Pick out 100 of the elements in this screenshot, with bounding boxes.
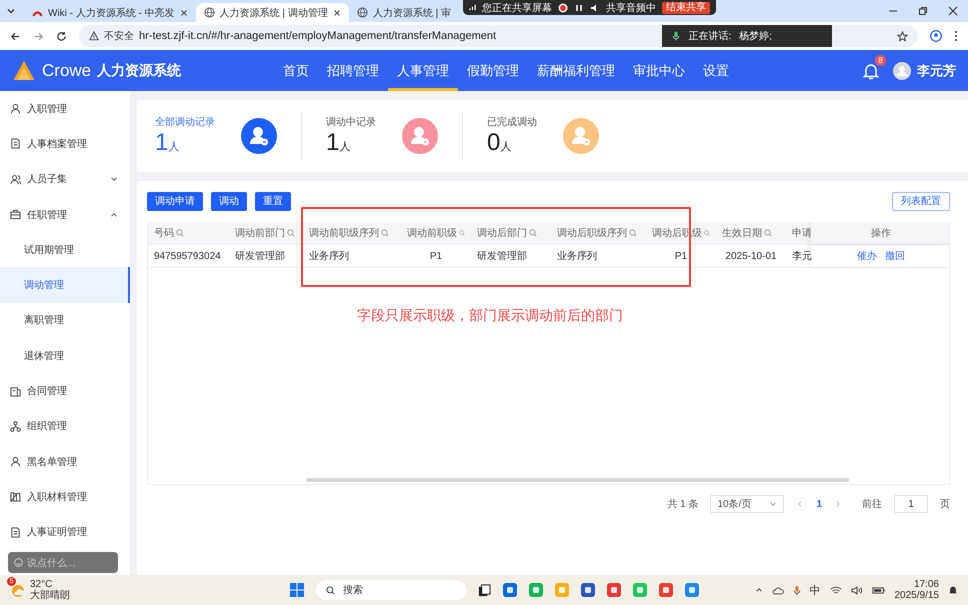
bell-icon[interactable] [863, 62, 879, 80]
total-count: 共 1 条 [667, 498, 698, 511]
sidebar-item[interactable]: 入职材料管理 [0, 479, 130, 515]
close-icon[interactable] [180, 8, 188, 16]
browser-tab[interactable]: 人力资源系统 | 审 [348, 3, 459, 22]
user-name[interactable]: 李元芳 [917, 62, 956, 80]
browser-tab[interactable]: 人力资源系统 | 调动管理 [196, 3, 349, 22]
action-link[interactable]: 撤回 [885, 249, 905, 263]
app-icon[interactable] [685, 583, 699, 597]
scrollbar[interactable] [306, 478, 849, 482]
sidebar-item[interactable]: 黑名单管理 [0, 444, 130, 480]
star-icon[interactable] [897, 30, 908, 42]
table-cell-text: 研发管理部 [234, 250, 286, 264]
close-icon[interactable] [332, 8, 341, 16]
wifi-icon[interactable] [830, 586, 842, 594]
battery-icon[interactable] [872, 586, 886, 594]
toolbar-button[interactable]: 调动 [211, 192, 247, 210]
column-header: 调动后部门 [471, 222, 551, 244]
reload-icon[interactable] [56, 30, 67, 42]
nav-item[interactable]: 审批中心 [624, 50, 694, 91]
goto-label: 前往 [862, 498, 882, 511]
stat-count: 1人 [326, 129, 352, 157]
address-bar[interactable]: 不安全 hr-test.zjf-it.cn/#/hr-anagement/employManagement/transferManagement 正在讲话: 杨梦婷; [79, 25, 918, 47]
restore-icon[interactable] [918, 6, 928, 16]
chevron-up-icon[interactable] [754, 586, 762, 594]
search-icon[interactable] [381, 229, 389, 237]
toolbar-button[interactable]: 重置 [255, 192, 291, 210]
page-number[interactable]: 1 [816, 498, 822, 510]
warning-icon [89, 31, 99, 41]
search-icon[interactable] [529, 229, 537, 237]
app-icon[interactable] [581, 583, 595, 597]
nav-item[interactable]: 首页 [274, 50, 318, 91]
search-icon[interactable] [764, 229, 772, 237]
search-icon[interactable] [176, 229, 184, 237]
speaker-name: 杨梦婷; [739, 30, 772, 43]
temperature: 32°C [30, 579, 52, 590]
cloud-icon[interactable] [772, 586, 784, 594]
people-icon [10, 174, 21, 185]
table-cell-text: 947595793024 [153, 250, 222, 264]
sidebar-item[interactable]: 合同管理 [0, 373, 130, 409]
volume-icon[interactable] [850, 586, 862, 594]
doc-icon [10, 526, 21, 538]
sidebar-subitem[interactable]: 试用期管理 [0, 232, 130, 268]
stat-label[interactable]: 调动中记录 [326, 115, 376, 129]
task-view-icon[interactable] [478, 584, 491, 596]
nav-item[interactable]: 招聘管理 [318, 50, 388, 91]
tab-title: 人力资源系统 | 调动管理 [220, 6, 328, 20]
pause-icon[interactable] [574, 2, 584, 12]
close-icon[interactable] [948, 6, 958, 16]
microphone-icon[interactable] [792, 584, 800, 596]
avatar-icon[interactable] [893, 62, 911, 80]
search-icon[interactable] [629, 229, 637, 237]
input-method[interactable]: 中 [810, 582, 820, 598]
sidebar-item[interactable]: 人事证明管理 [0, 514, 130, 550]
security-label: 不安全 [104, 30, 134, 43]
nav-item[interactable]: 假勤管理 [458, 50, 528, 91]
tab-title: 人力资源系统 | 审 [372, 6, 451, 20]
sidebar-subitem[interactable]: 退休管理 [0, 338, 130, 374]
page-suffix: 页 [940, 498, 950, 511]
sidebar-subitem[interactable]: 调动管理 [0, 267, 130, 303]
nav-item[interactable]: 薪酬福利管理 [528, 50, 624, 91]
toolbar-button[interactable]: 调动申请 [147, 192, 203, 210]
notification-badge: 8 [875, 54, 886, 66]
app-icon[interactable] [659, 583, 673, 597]
search-icon[interactable] [287, 229, 295, 237]
profile-icon[interactable] [930, 30, 942, 42]
chevron-icon [110, 210, 118, 219]
table-cell-text: P1 [674, 250, 688, 264]
app-icon[interactable] [607, 583, 621, 597]
record-icon[interactable] [558, 2, 568, 12]
clock[interactable]: 17:06 2025/9/15 [894, 579, 939, 601]
menu-icon[interactable] [954, 30, 958, 42]
table-cell-text: 李元 [791, 250, 811, 264]
page-size-select[interactable]: 10条/页 [710, 495, 784, 513]
sidebar-item[interactable]: 人员子集 [0, 162, 130, 197]
sidebar-item[interactable]: 入职管理 [0, 91, 130, 126]
sidebar-item[interactable]: 组织管理 [0, 408, 130, 444]
taskbar-search[interactable]: 搜索 [316, 580, 466, 600]
browser-tab[interactable]: Wiki - 人力资源系统 - 中亮发 [24, 3, 196, 22]
table-cell-text: 2025-10-01 [724, 250, 778, 264]
person-icon [10, 103, 21, 114]
brand-name: Crowe [42, 60, 92, 80]
audio-status: 共享音频中 [606, 2, 656, 14]
stop-sharing-button[interactable]: 结束共享 [662, 2, 710, 14]
tab-list-icon[interactable] [6, 6, 16, 16]
column-config-button[interactable]: 列表配置 [892, 192, 950, 210]
page-input[interactable]: 1 [894, 495, 928, 513]
sidebar-item[interactable]: 任职管理 [0, 196, 130, 232]
stat-label[interactable]: 已完成调动 [487, 115, 537, 129]
back-icon[interactable] [10, 30, 21, 42]
sidebar-item[interactable]: 人事档案管理 [0, 126, 130, 162]
app-icon[interactable] [503, 583, 517, 597]
forward-icon[interactable] [33, 30, 44, 42]
stat-label[interactable]: 全部调动记录 [155, 115, 215, 129]
windows-icon[interactable] [290, 583, 304, 597]
action-link[interactable]: 催办 [857, 249, 877, 263]
column-header: 调动前部门 [229, 222, 303, 244]
notification-icon[interactable] [948, 585, 958, 595]
sidebar-subitem[interactable]: 离职管理 [0, 302, 130, 338]
nav-item[interactable]: 设置 [694, 50, 738, 91]
